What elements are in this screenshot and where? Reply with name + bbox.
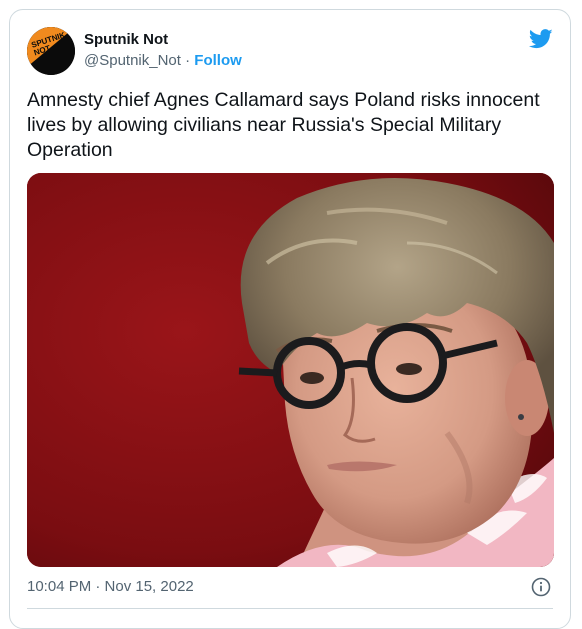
- tweet-text: Amnesty chief Agnes Callamard says Polan…: [27, 89, 540, 161]
- sputnik-logo-icon: SPUTNIK NOT: [27, 27, 75, 75]
- separator: ·: [180, 52, 195, 69]
- handle-row: @Sputnik_Not · Follow: [84, 51, 242, 71]
- info-icon[interactable]: [531, 577, 551, 597]
- divider: [27, 608, 553, 609]
- tweet-header: SPUTNIK NOT Sputnik Not @Sputnik_Not · F…: [27, 27, 553, 75]
- display-name[interactable]: Sputnik Not: [84, 30, 242, 50]
- timestamp-link[interactable]: 10:04 PM · Nov 15, 2022: [27, 578, 194, 595]
- user-handle[interactable]: @Sputnik_Not: [84, 52, 181, 69]
- avatar[interactable]: SPUTNIK NOT: [27, 27, 75, 75]
- twitter-bird-icon[interactable]: [529, 29, 553, 49]
- portrait-photo: [27, 173, 554, 567]
- tweet-card[interactable]: SPUTNIK NOT Sputnik Not @Sputnik_Not · F…: [9, 9, 571, 629]
- tweet-footer: 10:04 PM · Nov 15, 2022: [27, 575, 553, 599]
- tweet-photo[interactable]: [27, 173, 554, 567]
- follow-button[interactable]: Follow: [194, 52, 242, 69]
- user-info: Sputnik Not @Sputnik_Not · Follow: [84, 30, 242, 71]
